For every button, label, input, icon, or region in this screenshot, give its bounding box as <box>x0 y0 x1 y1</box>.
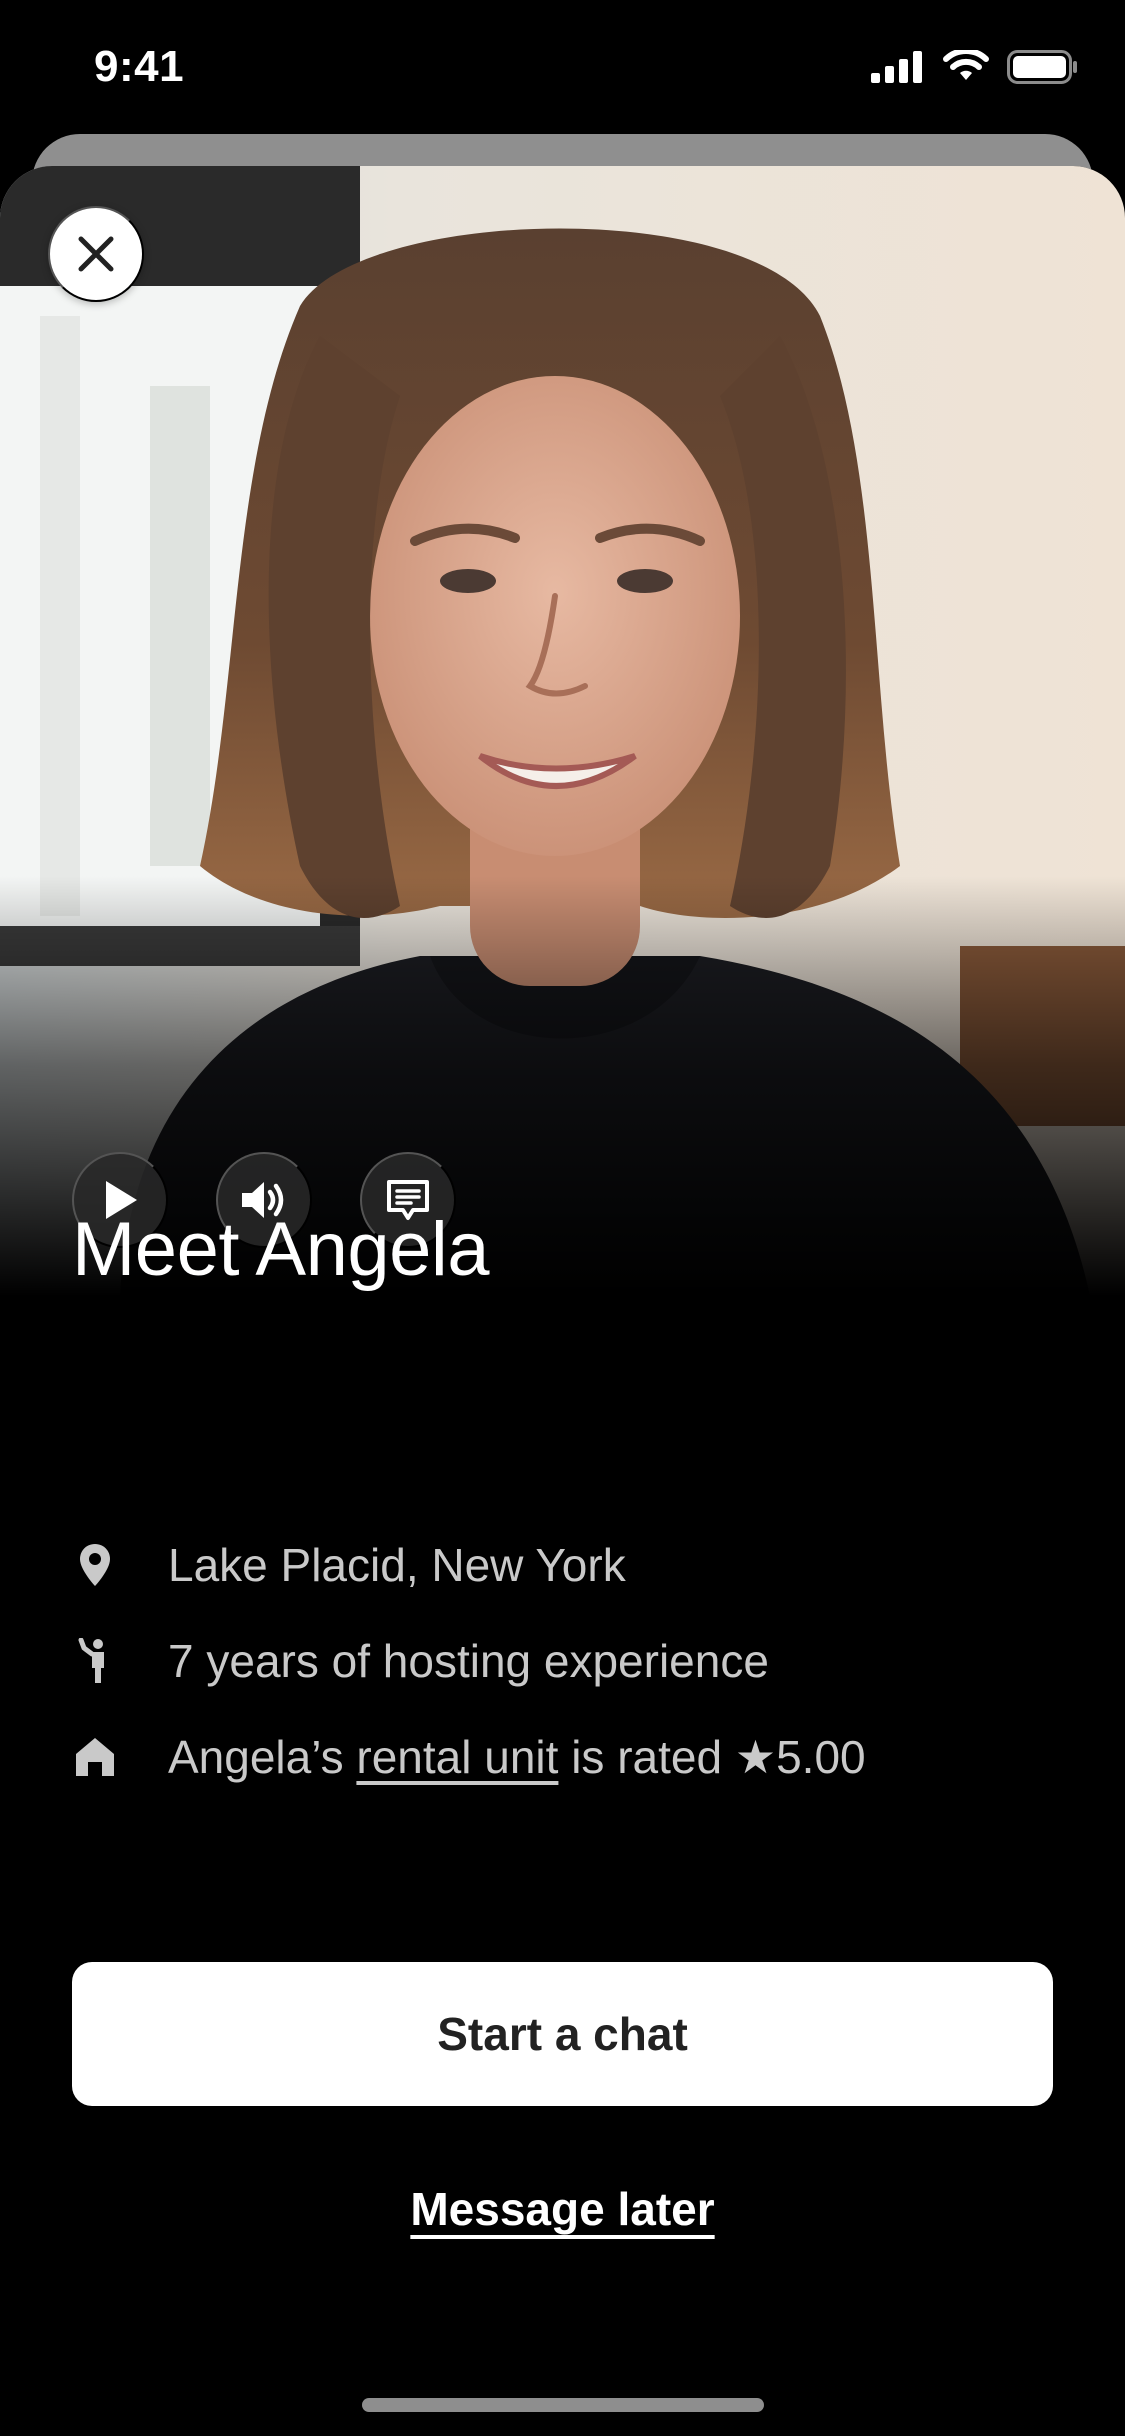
message-later-link[interactable]: Message later <box>0 2182 1125 2236</box>
star-icon: ★ <box>734 1731 777 1783</box>
wifi-icon <box>943 50 989 80</box>
person-waving-icon <box>72 1638 118 1684</box>
host-rating-text: Angela’s rental unit is rated ★5.00 <box>168 1730 866 1784</box>
status-bar: 9:41 <box>0 0 1125 132</box>
host-video[interactable] <box>0 166 1125 1296</box>
start-chat-button[interactable]: Start a chat <box>72 1962 1053 2106</box>
location-pin-icon <box>72 1542 118 1588</box>
info-row-location: Lake Placid, New York <box>72 1530 626 1600</box>
home-indicator[interactable] <box>362 2398 764 2412</box>
host-location: Lake Placid, New York <box>168 1539 626 1591</box>
signal-icon <box>871 51 922 83</box>
host-experience: 7 years of hosting experience <box>168 1635 769 1687</box>
screen: 9:41 Meet Angela Lake Placid, New York 7… <box>0 0 1125 2436</box>
battery-icon <box>1007 50 1077 84</box>
page-title: Meet Angela <box>72 1207 490 1292</box>
status-time: 9:41 <box>94 42 185 91</box>
rating-value: 5.00 <box>776 1731 866 1783</box>
rental-unit-link[interactable]: rental unit <box>356 1731 558 1783</box>
close-button[interactable] <box>48 206 144 302</box>
home-icon <box>72 1734 118 1780</box>
info-row-rating: Angela’s rental unit is rated ★5.00 <box>72 1722 866 1792</box>
rating-middle: is rated <box>558 1731 735 1783</box>
rating-prefix: Angela’s <box>168 1731 357 1783</box>
close-icon <box>78 236 114 272</box>
status-icons <box>871 50 1079 84</box>
info-row-experience: 7 years of hosting experience <box>72 1626 769 1696</box>
